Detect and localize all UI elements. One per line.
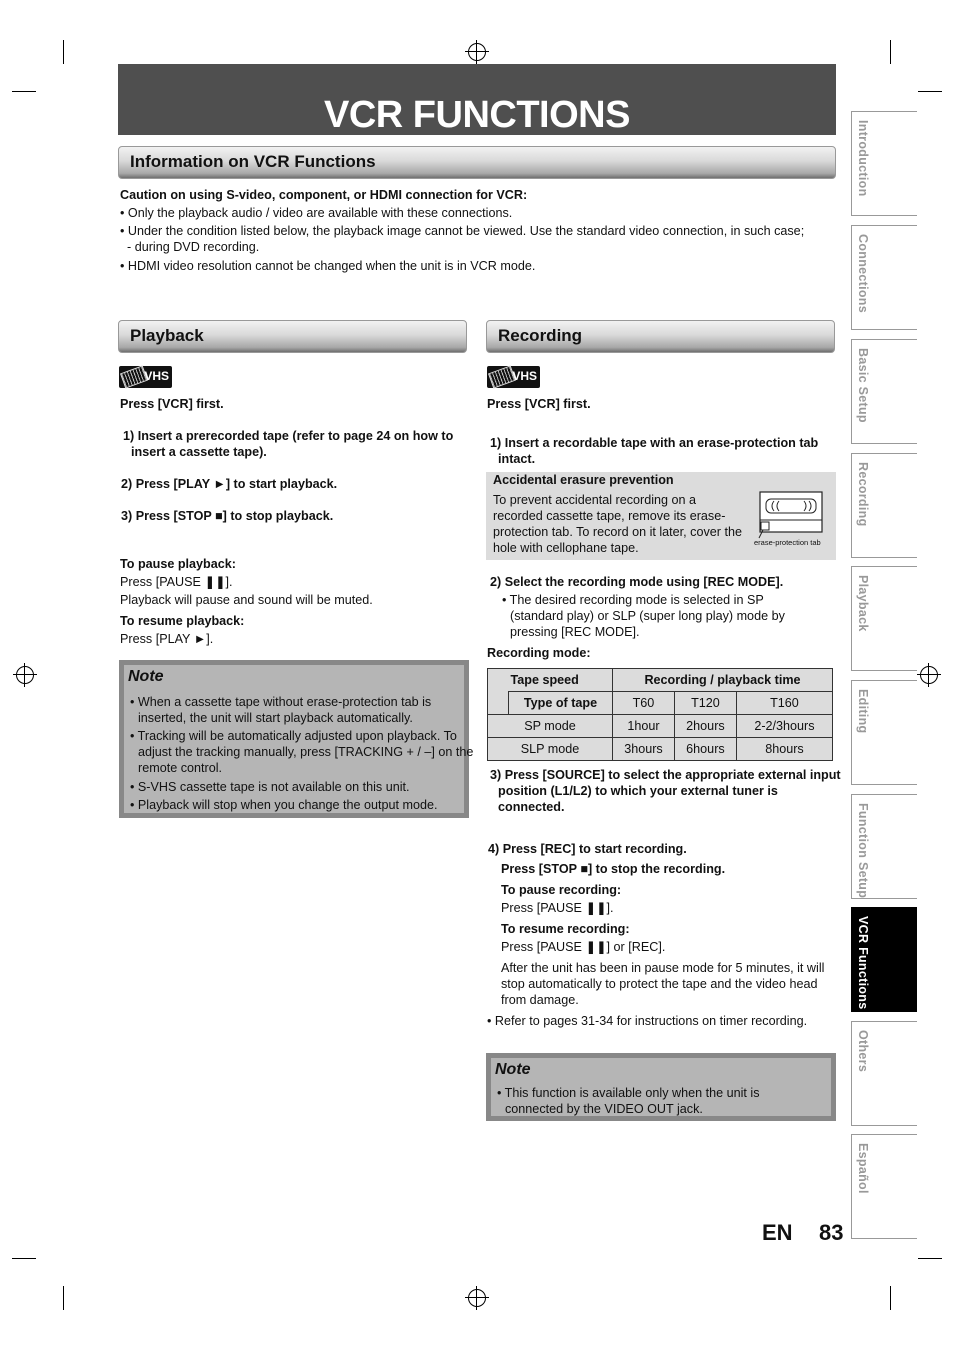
crop-mark <box>890 40 891 64</box>
recording-step: 2) Select the recording mode using [REC … <box>490 575 784 589</box>
table-cell: 6hours <box>673 737 737 761</box>
section-title: Playback <box>130 326 204 345</box>
table-cell: 2-2/3hours <box>735 714 834 738</box>
auto-stop-description: After the unit has been in pause mode fo… <box>501 961 825 1007</box>
resume-recording-title: To resume recording: <box>501 922 630 936</box>
recording-mode-bullet: • The desired recording mode is selected… <box>502 593 785 639</box>
table-cell: 1hour <box>611 714 675 738</box>
language-label: EN <box>762 1220 793 1245</box>
cassette-tape-illustration-icon <box>758 491 823 539</box>
note-item: • When a cassette tape without erase-pro… <box>130 695 432 725</box>
resume-recording-instruction: Press [PAUSE ❚❚] or [REC]. <box>501 940 666 954</box>
side-tab-recording[interactable]: Recording <box>851 453 917 558</box>
table-header-recording-time: Recording / playback time <box>611 668 834 692</box>
crop-mark <box>918 91 942 92</box>
table-row: SP mode 1hour 2hours 2-2/3hours <box>487 714 834 738</box>
side-tab-espanol[interactable]: Español <box>851 1134 917 1239</box>
note-item: • Tracking will be automatically adjuste… <box>130 729 474 775</box>
vhs-badge: VHS <box>487 365 540 389</box>
crop-mark <box>63 40 64 64</box>
crop-mark <box>12 1258 36 1259</box>
table-cell: 2hours <box>673 714 737 738</box>
table-header-tape: T160 <box>735 691 834 715</box>
stop-recording: Press [STOP ■] to stop the recording. <box>501 862 726 876</box>
side-tab-editing[interactable]: Editing <box>851 680 917 785</box>
side-tab-function-setup[interactable]: Function Setup <box>851 794 917 899</box>
recording-mode-table: Tape speed Recording / playback time Typ… <box>487 668 834 761</box>
pause-title: To pause playback: <box>120 557 236 571</box>
pause-recording-instruction: Press [PAUSE ❚❚]. <box>501 901 614 915</box>
recording-mode-label: Recording mode: <box>487 646 591 660</box>
section-title: Information on VCR Functions <box>130 152 376 171</box>
caution-sub-item: - during DVD recording. <box>127 240 260 254</box>
resume-instruction: Press [PLAY ►]. <box>120 632 214 646</box>
playback-step: 3) Press [STOP ■] to stop playback. <box>121 509 334 523</box>
page-title-banner: VCR FUNCTIONS <box>118 64 836 136</box>
press-vcr-first: Press [VCR] first. <box>120 397 224 411</box>
crop-mark <box>63 1286 64 1310</box>
side-tab-introduction[interactable]: Introduction <box>851 111 917 216</box>
caution-bullet: • Under the condition listed below, the … <box>120 224 805 238</box>
playback-note-box: Note • When a cassette tape without eras… <box>119 660 473 818</box>
recording-step: 4) Press [REC] to start recording. <box>488 842 687 856</box>
recording-note-box: Note • This function is available only w… <box>486 1053 836 1121</box>
table-cell <box>487 668 509 715</box>
playback-step: 1) Insert a prerecorded tape (refer to p… <box>123 429 454 459</box>
table-header-row: Tape speed Recording / playback time <box>487 668 834 715</box>
resume-title: To resume playback: <box>120 614 245 628</box>
erasure-title: Accidental erasure prevention <box>493 473 674 487</box>
table-cell: 3hours <box>611 737 675 761</box>
recording-step: 1) Insert a recordable tape with an eras… <box>490 436 819 466</box>
section-title: Recording <box>498 326 583 345</box>
pause-recording-title: To pause recording: <box>501 883 622 897</box>
vhs-badge: VHS <box>119 365 172 389</box>
erasure-prevention-box: Accidental erasure prevention To prevent… <box>486 472 836 560</box>
table-header-tape: T120 <box>673 691 737 715</box>
side-tab-basic-setup[interactable]: Basic Setup <box>851 339 917 444</box>
table-header-type-of-tape: Type of tape <box>508 691 613 715</box>
note-item: • This function is available only when t… <box>497 1086 760 1116</box>
note-item: • Playback will stop when you change the… <box>130 798 438 812</box>
press-vcr-first: Press [VCR] first. <box>487 397 591 411</box>
section-header-playback: Playback <box>118 320 467 353</box>
crop-mark <box>12 91 36 92</box>
crop-mark <box>890 1286 891 1310</box>
table-cell-mode: SP mode <box>487 714 613 738</box>
pause-description: Playback will pause and sound will be mu… <box>120 593 373 607</box>
erasure-caption: erase-protection tab <box>754 538 821 547</box>
page-number: 83 <box>819 1220 844 1245</box>
table-header-tape-speed: Tape speed <box>508 668 613 692</box>
playback-step: 2) Press [PLAY ►] to start playback. <box>121 477 338 491</box>
caution-bullet: • Only the playback audio / video are av… <box>120 206 513 220</box>
erasure-text: To prevent accidental recording on a rec… <box>493 493 742 555</box>
note-title: Note <box>495 1061 531 1078</box>
table-cell-mode: SLP mode <box>487 737 613 761</box>
crop-mark <box>918 1258 942 1259</box>
registration-mark-icon <box>13 663 37 687</box>
section-header-recording: Recording <box>486 320 835 353</box>
recording-step: 3) Press [SOURCE] to select the appropri… <box>490 768 841 814</box>
note-title: Note <box>128 668 164 685</box>
timer-reference: • Refer to pages 31-34 for instructions … <box>487 1014 808 1028</box>
table-header-tape: T60 <box>611 691 675 715</box>
registration-mark-icon <box>465 40 489 64</box>
side-tab-playback[interactable]: Playback <box>851 566 917 671</box>
table-header-row: Type of tape T60 T120 T160 <box>488 691 834 715</box>
page-title: VCR FUNCTIONS <box>324 94 630 136</box>
registration-mark-icon <box>465 1286 489 1310</box>
section-header-information: Information on VCR Functions <box>118 146 836 179</box>
registration-mark-icon <box>917 663 941 687</box>
table-cell: 8hours <box>735 737 834 761</box>
side-tab-vcr-functions[interactable]: VCR Functions <box>851 907 917 1012</box>
caution-bullet: • HDMI video resolution cannot be change… <box>120 259 536 273</box>
table-row: SLP mode 3hours 6hours 8hours <box>487 737 834 761</box>
side-tab-others[interactable]: Others <box>851 1021 917 1126</box>
pause-instruction: Press [PAUSE ❚❚]. <box>120 575 233 589</box>
caution-title: Caution on using S-video, component, or … <box>120 188 528 202</box>
side-tab-connections[interactable]: Connections <box>851 225 917 330</box>
note-item: • S-VHS cassette tape is not available o… <box>130 780 410 794</box>
